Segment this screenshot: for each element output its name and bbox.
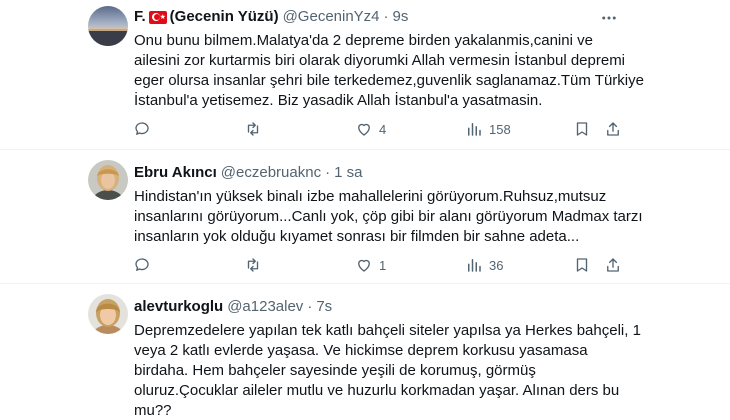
bookmark-button[interactable] bbox=[573, 119, 591, 139]
separator-dot: · bbox=[307, 298, 313, 315]
tweet-text: Onu bunu bilmem.Malatya'da 2 depreme bir… bbox=[134, 31, 644, 111]
author-handle[interactable]: @a123alev bbox=[227, 297, 303, 317]
avatar[interactable] bbox=[88, 6, 128, 46]
tweet-text-line: Depremzedelere yapılan tek katlı bahçeli… bbox=[134, 322, 641, 339]
reply-button[interactable] bbox=[133, 255, 151, 275]
share-button[interactable] bbox=[604, 119, 622, 139]
retweet-button[interactable] bbox=[244, 119, 262, 139]
views-button[interactable]: 36 bbox=[465, 255, 503, 275]
view-count: 36 bbox=[489, 257, 504, 273]
tweet-actions: 4 158 bbox=[130, 119, 630, 139]
retweet-icon bbox=[247, 122, 259, 136]
analytics-icon bbox=[468, 259, 481, 272]
tweet-text-line: oluruz.Çocuklar aileler mutlu ve huzurlu… bbox=[134, 382, 620, 399]
heart-icon bbox=[358, 123, 370, 136]
tweet-3[interactable]: alevturkoglu @a123alev · 7s Depremzedele… bbox=[0, 284, 730, 420]
tweet-text-line: İstanbul'a yetisemez. Biz yasadik Allah … bbox=[134, 92, 543, 109]
tweet-header: Ebru Akıncı @eczebruaknc · 1 sa bbox=[134, 163, 362, 183]
avatar[interactable] bbox=[88, 160, 128, 200]
tweet-2[interactable]: Ebru Akıncı @eczebruaknc · 1 sa Hindista… bbox=[0, 150, 730, 284]
like-button[interactable]: 4 bbox=[355, 119, 386, 139]
tweet-header: alevturkoglu @a123alev · 7s bbox=[134, 297, 332, 317]
reply-icon bbox=[135, 122, 149, 135]
tweet-text-line: eger olursa insanlar şehri bile terkedem… bbox=[134, 72, 644, 89]
share-icon bbox=[607, 122, 619, 136]
tweet-1[interactable]: F. ★ (Gecenin Yüzü) @GeceninYz4 · 9s Onu b… bbox=[0, 0, 730, 150]
heart-icon bbox=[358, 259, 370, 272]
author-name[interactable]: alevturkoglu bbox=[134, 297, 223, 317]
tweet-text-line: insanlarını görüyorum...Canlı yok, çöp g… bbox=[134, 208, 643, 225]
avatar[interactable] bbox=[88, 294, 128, 334]
like-count: 1 bbox=[379, 257, 387, 273]
views-button[interactable]: 158 bbox=[465, 119, 511, 139]
share-icon bbox=[607, 258, 619, 272]
tweet-text-line: mu?? bbox=[134, 402, 172, 419]
more-options-icon[interactable] bbox=[600, 9, 618, 27]
timestamp[interactable]: 9s bbox=[393, 7, 409, 27]
bookmark-icon bbox=[576, 258, 588, 272]
share-button[interactable] bbox=[604, 255, 622, 275]
tweet-text-line: birdaha. Hem bahçeler sayesinde yeşili d… bbox=[134, 362, 536, 379]
bookmark-icon bbox=[576, 122, 588, 136]
tweet-text-line: veya 2 katlı evlerde yaşasa. Ve hickimse… bbox=[134, 342, 588, 359]
tweet-header: F. ★ (Gecenin Yüzü) @GeceninYz4 · 9s bbox=[134, 7, 408, 27]
author-name[interactable]: Ebru Akıncı bbox=[134, 163, 217, 183]
reply-button[interactable] bbox=[133, 119, 151, 139]
retweet-button[interactable] bbox=[244, 255, 262, 275]
reply-icon bbox=[135, 258, 149, 271]
like-count: 4 bbox=[379, 121, 387, 137]
tweet-text-line: insanların yok olduğu kıyamet sonrası bi… bbox=[134, 228, 580, 245]
analytics-icon bbox=[468, 123, 481, 136]
tweet-text: Hindistan'ın yüksek binalı izbe mahallel… bbox=[134, 187, 643, 247]
turkish-flag-icon: ★ bbox=[148, 10, 167, 24]
tweet-text-line: ailesini zor kurtarmis biri olarak diyor… bbox=[134, 52, 626, 69]
timestamp[interactable]: 7s bbox=[316, 297, 332, 317]
tweet-text-line: Hindistan'ın yüksek binalı izbe mahallel… bbox=[134, 188, 607, 205]
tweet-text: Depremzedelere yapılan tek katlı bahçeli… bbox=[134, 321, 641, 420]
view-count: 158 bbox=[489, 121, 511, 137]
tweet-actions: 1 36 bbox=[130, 255, 630, 275]
separator-dot: · bbox=[325, 164, 331, 181]
author-name[interactable]: F. ★ (Gecenin Yüzü) bbox=[134, 7, 279, 27]
retweet-icon bbox=[247, 258, 259, 272]
like-button[interactable]: 1 bbox=[355, 255, 386, 275]
bookmark-button[interactable] bbox=[573, 255, 591, 275]
author-handle[interactable]: @eczebruaknc bbox=[221, 163, 321, 183]
timestamp[interactable]: 1 sa bbox=[334, 163, 362, 183]
tweet-text-line: Onu bunu bilmem.Malatya'da 2 depreme bir… bbox=[134, 32, 593, 49]
author-handle[interactable]: @GeceninYz4 bbox=[283, 7, 380, 27]
separator-dot: · bbox=[383, 8, 389, 25]
